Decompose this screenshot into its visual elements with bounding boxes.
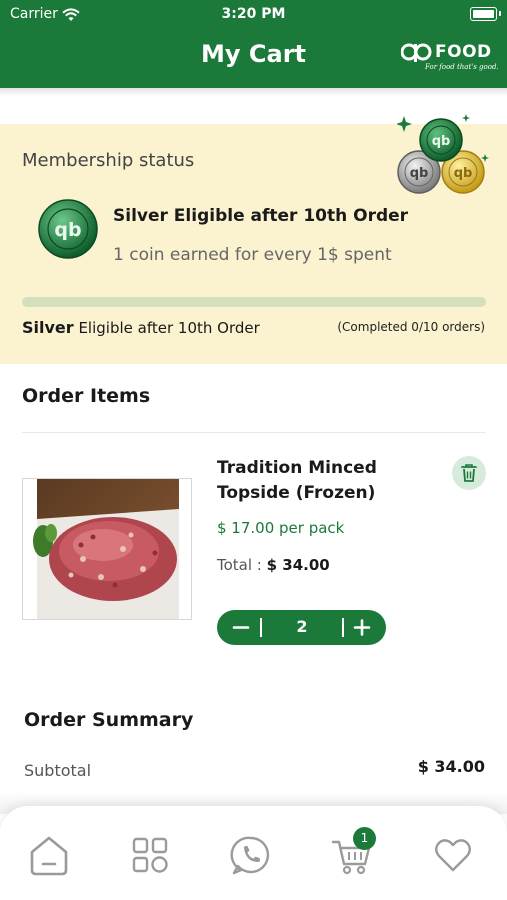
product-price: $ 17.00 per pack [217,519,345,537]
app-header: Carrier 3:20 PM My Cart FOOD For food th… [0,0,507,88]
earn-rate-text: 1 coin earned for every 1$ spent [113,245,392,265]
cart-count-badge: 1 [353,827,376,850]
tab-whatsapp[interactable] [226,830,276,880]
heart-icon [435,839,471,872]
subtotal-value: $ 34.00 [417,757,485,776]
home-icon [30,836,68,876]
progress-count: (Completed 0/10 orders) [337,320,485,334]
quantity-stepper: 2 [217,610,386,645]
quantity-value: 2 [296,617,308,636]
tab-categories[interactable] [125,830,175,880]
subtotal-label: Subtotal [24,761,92,780]
tab-home[interactable] [24,830,74,880]
tab-favorites[interactable] [428,830,478,880]
section-divider [22,432,486,433]
brand-mark-icon [401,43,432,62]
bottom-tab-bar [0,806,507,900]
order-items-title: Order Items [22,385,151,407]
tier-coins-icon: qb qb qb [397,114,489,194]
clock-label: 3:20 PM [221,6,286,22]
product-total-value: $ 34.00 [266,556,330,574]
progress-text: Eligible after 10th Order [78,319,260,337]
minced-meat-image [33,479,179,619]
product-total: Total : $ 34.00 [217,556,330,574]
grid-icon [132,837,168,873]
order-progress-bar [22,297,486,307]
svg-text:qb: qb [454,166,473,181]
membership-label: Membership status [22,150,195,171]
header-shadow [0,88,507,96]
progress-tier: Silver [22,318,74,337]
svg-text:qb: qb [410,166,429,181]
status-bar: Carrier 3:20 PM [0,6,507,24]
plus-icon [353,619,371,636]
membership-coin-icon: qb [38,199,98,259]
svg-text:qb: qb [54,219,81,241]
membership-card: Membership status qb qb qb qb Silver Eli… [0,114,507,364]
whatsapp-icon [230,836,270,875]
brand-logo: FOOD For food that's good. [401,42,499,76]
product-name[interactable]: Tradition Minced Topside (Frozen) [217,456,427,506]
decrease-quantity-button[interactable] [217,610,261,645]
brand-tagline: For food that's good. [425,63,499,71]
brand-word: FOOD [435,42,492,62]
trash-icon [461,464,477,482]
order-summary-title: Order Summary [24,709,194,731]
remove-item-button[interactable] [452,456,486,490]
svg-text:qb: qb [432,134,451,149]
minus-icon [232,626,250,629]
tier-title: Silver Eligible after 10th Order [113,206,409,226]
product-total-label: Total : [217,556,267,574]
product-image[interactable] [22,478,192,620]
battery-icon [470,7,501,21]
increase-quantity-button[interactable] [342,610,386,645]
progress-label: Silver Eligible after 10th Order [22,318,260,337]
